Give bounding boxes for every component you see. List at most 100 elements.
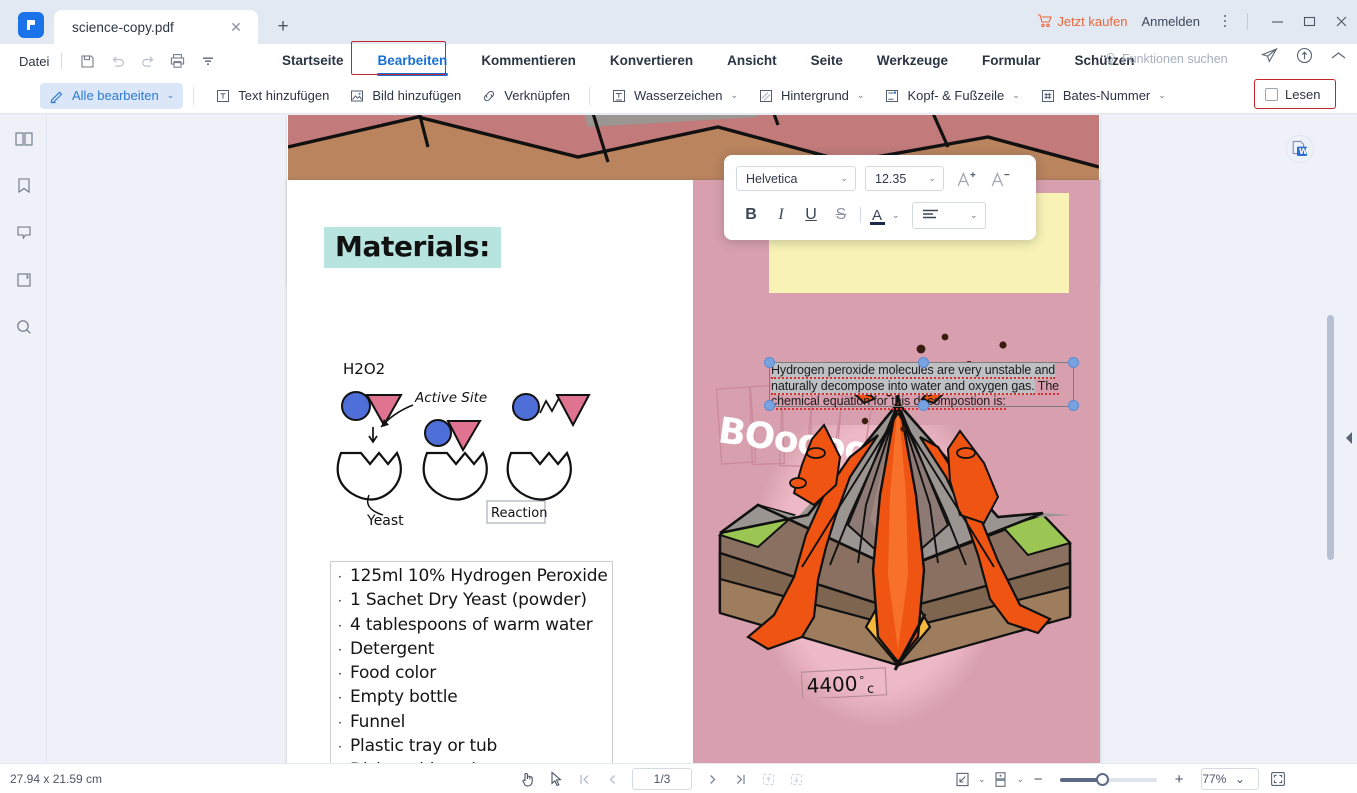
document-viewport[interactable]: Materials: H2O2 Active Site Yeast Reacti… [47,115,1357,763]
last-page-icon[interactable] [728,767,752,791]
add-image-button[interactable]: Bild hinzufügen [340,83,470,109]
decrease-font-icon[interactable] [987,166,1012,191]
cloud-upload-icon[interactable] [1295,46,1314,70]
font-color-icon[interactable]: A [865,201,889,229]
strikethrough-button[interactable]: S [826,201,856,229]
add-image-label: Bild hinzufügen [372,88,462,103]
sign-in-label: Anmelden [1141,13,1200,29]
bullet-icon: · [338,715,342,730]
tab-bearbeiten[interactable]: Bearbeiten [361,44,465,78]
tab-label: Bearbeiten [377,53,448,68]
file-menu[interactable]: Datei [19,54,49,69]
bold-button[interactable]: B [736,201,766,229]
feature-search[interactable]: Funktionen suchen [1104,52,1228,66]
tab-formular[interactable]: Formular [965,44,1058,78]
bates-number-button[interactable]: Bates-Nummer ⌄ [1031,83,1175,109]
sign-in-button[interactable]: Anmelden [1141,14,1200,29]
slider-knob[interactable] [1096,773,1110,786]
italic-button[interactable]: I [766,201,796,229]
zoom-level-select[interactable]: 77% ⌄ [1201,768,1260,790]
sidebar-item-attachments[interactable] [0,256,47,303]
link-button[interactable]: Verknüpfen [472,83,579,109]
text-align-select[interactable]: ⌄ [911,201,986,229]
word-export-button[interactable]: W [1286,135,1314,163]
tab-startseite[interactable]: Startseite [265,44,361,78]
chevron-down-icon[interactable]: ⌄ [892,210,900,221]
scroll-down-page-icon[interactable] [784,767,808,791]
print-icon[interactable] [164,49,191,73]
close-icon[interactable]: ✕ [228,19,244,35]
svg-text:°: ° [859,674,865,687]
header-footer-button[interactable]: Kopf- & Fußzeile ⌄ [875,83,1028,109]
tab-kommentieren[interactable]: Kommentieren [464,44,593,78]
minimize-button[interactable] [1261,6,1293,36]
bullet-icon: · [338,570,342,584]
more-icon[interactable] [194,49,221,73]
buy-now-button[interactable]: Jetzt kaufen [1037,14,1127,29]
undo-icon[interactable] [104,49,131,73]
next-page-icon[interactable] [700,767,724,791]
first-page-icon[interactable] [572,767,596,791]
resize-handle-top-center[interactable] [918,356,929,368]
chevron-down-icon[interactable]: ⌄ [978,774,986,785]
sidebar-item-bookmarks[interactable] [0,162,47,209]
sidebar-item-search[interactable] [0,303,47,350]
tab-label: Startseite [282,53,344,68]
chevron-down-icon[interactable]: ⌄ [1017,774,1025,785]
resize-handle-bottom-right[interactable] [1068,400,1079,411]
svg-text:Yeast: Yeast [366,513,404,529]
close-window-button[interactable] [1325,6,1357,36]
fit-width-icon[interactable] [950,767,974,791]
vertical-scrollbar[interactable] [1327,120,1334,758]
zoom-slider[interactable] [1060,769,1158,789]
save-icon[interactable] [74,49,101,73]
collapse-ribbon-icon[interactable] [1330,49,1347,67]
prev-page-icon[interactable] [600,767,624,791]
bates-number-label: Bates-Nummer [1062,88,1151,103]
chevron-down-icon: ⌄ [928,173,936,183]
maximize-button[interactable] [1293,6,1325,36]
tab-seite[interactable]: Seite [794,44,860,78]
plus-icon[interactable]: + [272,17,294,39]
resize-handle-top-left[interactable] [763,356,775,368]
tab-konvertieren[interactable]: Konvertieren [593,44,710,78]
fit-page-icon[interactable] [989,767,1013,791]
document-tab[interactable]: science-copy.pdf ✕ [54,10,258,44]
font-family-select[interactable]: Helvetica ⌄ [736,166,856,191]
redo-icon[interactable] [134,49,161,73]
edit-all-button[interactable]: Alle bearbeiten ⌄ [40,82,184,109]
hand-tool-icon[interactable] [516,767,540,791]
background-label: Hintergrund [780,88,849,103]
document-page[interactable]: Materials: H2O2 Active Site Yeast Reacti… [287,180,1100,763]
more-options-icon[interactable] [1216,14,1234,28]
style-row: B I U S A ⌄ ⌄ [736,201,986,229]
tab-werkzeuge[interactable]: Werkzeuge [860,44,965,78]
page-number-value: 1/3 [653,772,671,786]
temperature-annotation: 4400 ° c [800,662,889,700]
add-text-button[interactable]: Text hinzufügen [206,83,338,109]
tab-label: Konvertieren [609,53,694,68]
tab-ansicht[interactable]: Ansicht [710,44,794,78]
expand-right-panel-icon[interactable] [1344,430,1354,446]
page-number-input[interactable]: 1/3 [632,768,692,790]
selected-text-object[interactable]: Hydrogen peroxide molecules are very uns… [763,356,1079,411]
watermark-button[interactable]: Wasserzeichen ⌄ [602,83,747,109]
sidebar-item-comments[interactable] [0,209,47,256]
background-button[interactable]: Hintergrund ⌄ [749,83,873,109]
select-tool-icon[interactable] [544,767,568,791]
zoom-out-button[interactable]: − [1027,768,1049,790]
read-mode-checkbox[interactable]: Lesen [1254,79,1336,109]
resize-handle-bottom-center[interactable] [918,400,929,411]
resize-handle-top-right[interactable] [1068,356,1079,368]
bullet-icon: · [338,594,342,609]
font-size-select[interactable]: 12.35 ⌄ [865,166,944,191]
scroll-up-page-icon[interactable] [756,767,780,791]
underline-button[interactable]: U [796,201,826,229]
send-icon[interactable] [1260,46,1279,70]
sidebar-item-thumbnails[interactable] [0,115,47,162]
zoom-in-button[interactable]: + [1168,768,1190,790]
increase-font-icon[interactable] [953,166,978,191]
scrollbar-thumb[interactable] [1327,315,1334,560]
resize-handle-bottom-left[interactable] [763,400,775,411]
fullscreen-icon[interactable] [1266,767,1290,791]
